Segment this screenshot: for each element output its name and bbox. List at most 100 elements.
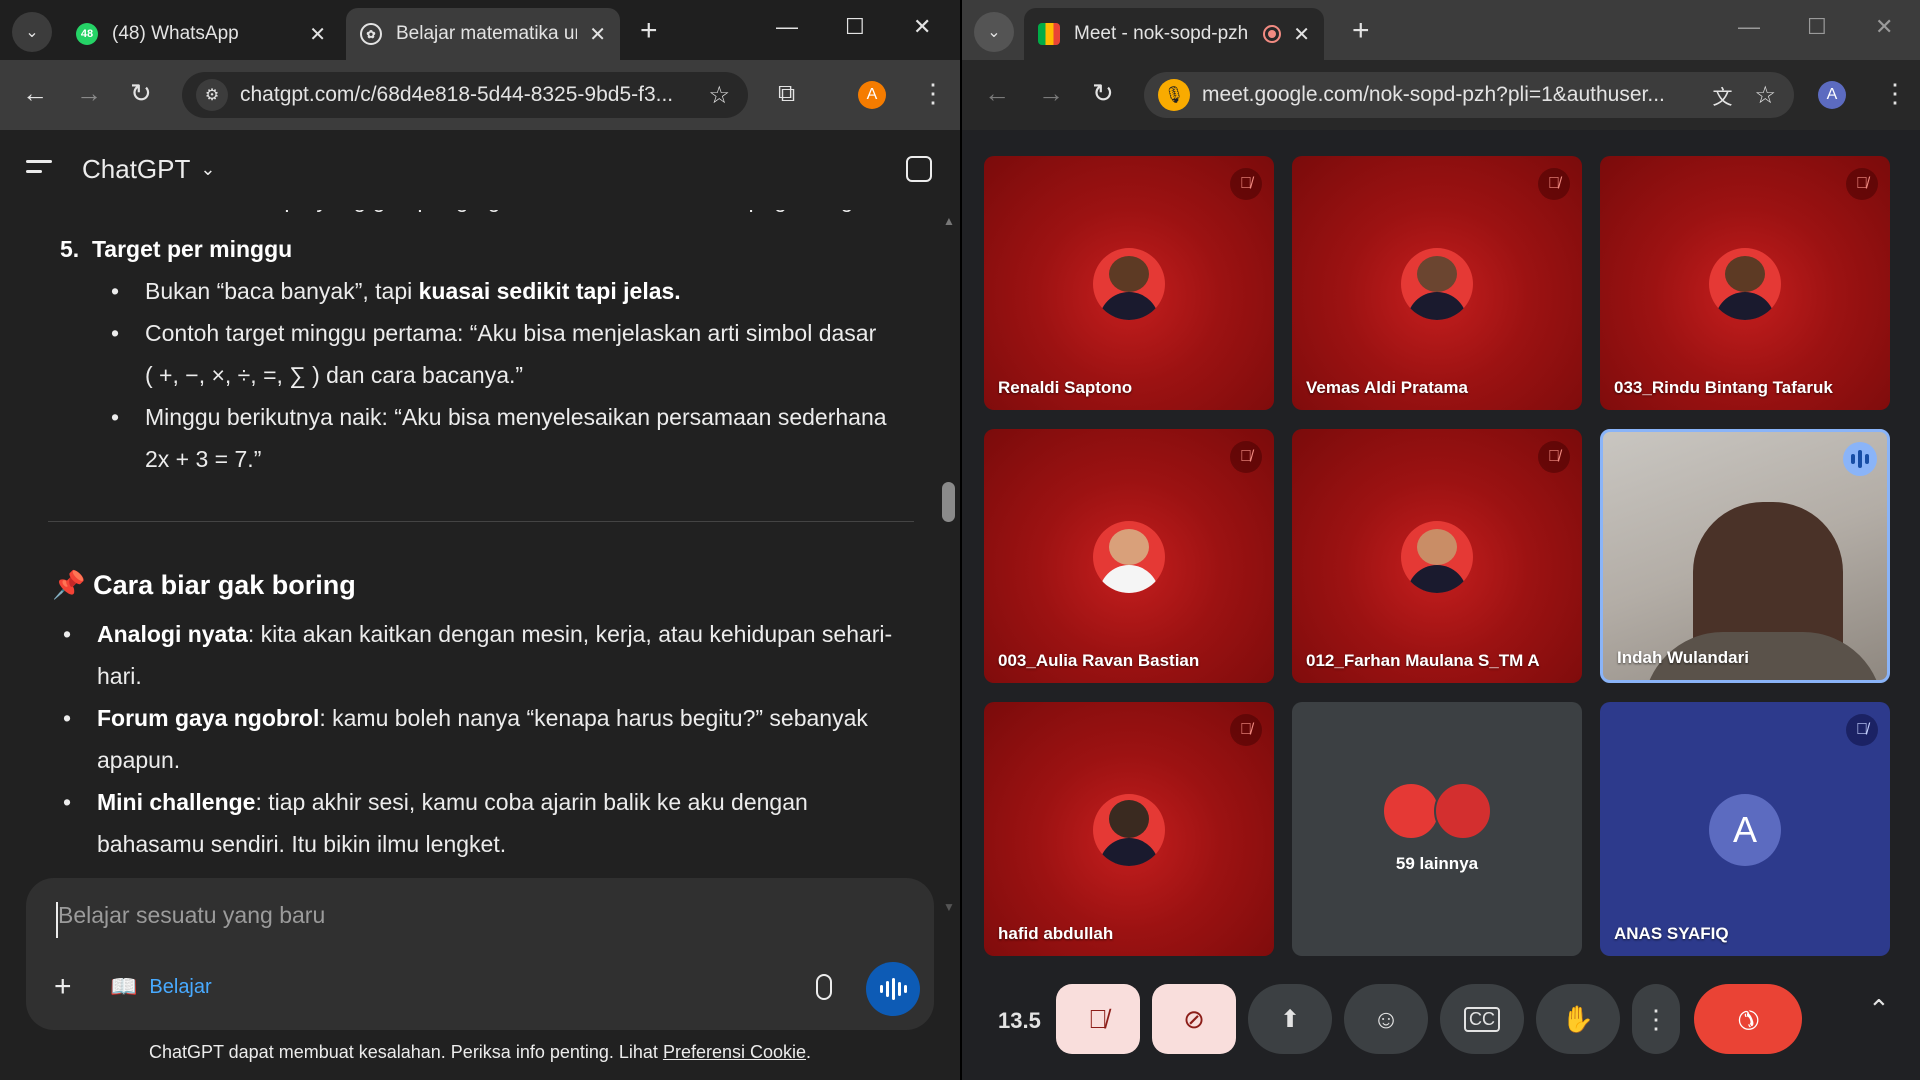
participant-name: hafid abdullah — [998, 924, 1114, 943]
bookmark-star-icon[interactable]: ☆ — [1754, 81, 1776, 110]
microphone-icon[interactable] — [816, 974, 832, 1000]
close-window-button[interactable]: ✕ — [913, 14, 931, 40]
prompt-input[interactable]: Belajar sesuatu yang baru — [56, 902, 896, 938]
tab-chatgpt[interactable]: ✿ Belajar matematika un ✕ — [346, 8, 620, 60]
tab-title: Belajar matematika un — [396, 23, 578, 44]
site-settings-icon[interactable]: ⚙ — [196, 79, 228, 111]
browser-menu-icon[interactable]: ⋮ — [920, 78, 946, 109]
participant-tile[interactable]: 🎙̸ Renaldi Saptono — [984, 156, 1274, 410]
new-tab-button[interactable]: + — [1352, 14, 1370, 48]
camera-off-icon: ⊘ — [1183, 1003, 1205, 1034]
participant-tile-speaking[interactable]: Indah Wulandari — [1600, 429, 1890, 683]
microphone-in-use-icon[interactable]: 🎙 — [1158, 79, 1190, 111]
participant-tile[interactable]: 🎙̸ 033_Rindu Bintang Tafaruk — [1600, 156, 1890, 410]
chatgpt-header: ChatGPT ⌄ — [0, 132, 960, 210]
chat-message-area: Kalau kamu tipe yang gampang ngantuk mal… — [0, 210, 940, 880]
captions-button[interactable]: CC — [1440, 984, 1524, 1054]
participant-name: Indah Wulandari — [1617, 648, 1749, 667]
bullet-item: • Contoh target minggu pertama: “Aku bis… — [111, 312, 876, 396]
minimize-button[interactable]: — — [776, 14, 798, 40]
participant-tile[interactable]: 🎙̸ Vemas Aldi Pratama — [1292, 156, 1582, 410]
disclaimer-text: ChatGPT dapat membuat kesalahan. Periksa… — [148, 1042, 663, 1062]
back-button[interactable]: ← — [984, 78, 1010, 109]
address-bar[interactable]: ⚙ chatgpt.com/c/68d4e818-5d44-8325-9bd5-… — [182, 72, 748, 118]
openai-icon: ✿ — [360, 23, 382, 45]
others-tile[interactable]: 59 lainnya — [1292, 702, 1582, 956]
reload-button[interactable]: ↻ — [130, 78, 152, 109]
participant-tile[interactable]: 🎙̸ 012_Farhan Maulana S_TM A — [1292, 429, 1582, 683]
new-tab-button[interactable]: + — [640, 14, 658, 48]
tab-strip: ⌄ Meet - nok-sopd-pzh ✕ + — ☐ ✕ — [962, 0, 1920, 60]
chevron-up-icon[interactable]: ⌃ — [1868, 994, 1890, 1025]
maximize-button[interactable]: ☐ — [845, 14, 865, 40]
mic-off-icon: 🎙̸ — [1088, 1003, 1108, 1034]
mic-toggle-button[interactable]: 🎙̸ — [1056, 984, 1140, 1054]
scroll-down-arrow[interactable]: ▼ — [943, 900, 955, 914]
close-icon[interactable]: ✕ — [589, 22, 606, 47]
avatar — [1093, 248, 1165, 320]
avatar — [1401, 248, 1473, 320]
cookie-preferences-link[interactable]: Preferensi Cookie — [663, 1042, 806, 1062]
bullet-text: bahasamu sendiri. Itu bikin ilmu lengket… — [97, 831, 507, 857]
participant-name: Vemas Aldi Pratama — [1306, 378, 1468, 397]
scrollbar[interactable]: ▲ ▼ — [940, 210, 958, 914]
participant-tile[interactable]: 🎙̸ hafid abdullah — [984, 702, 1274, 956]
back-button[interactable]: ← — [22, 78, 48, 109]
profile-avatar[interactable]: A — [858, 81, 886, 109]
sidebar-toggle-icon[interactable] — [26, 160, 54, 173]
reload-button[interactable]: ↻ — [1092, 78, 1114, 109]
forward-button[interactable]: → — [76, 78, 102, 109]
mic-off-icon: 🎙̸ — [1846, 714, 1878, 746]
scroll-up-arrow[interactable]: ▲ — [943, 214, 955, 228]
extensions-icon[interactable]: ⧉ — [778, 80, 795, 108]
mic-off-icon: 🎙̸ — [1230, 441, 1262, 473]
chevron-down-icon: ⌄ — [200, 159, 216, 179]
close-icon[interactable]: ✕ — [1293, 22, 1310, 47]
voice-mode-button[interactable] — [866, 962, 920, 1016]
add-attachment-icon[interactable]: + — [54, 970, 72, 1004]
participant-tile[interactable]: 🎙̸ A ANAS SYAFIQ — [1600, 702, 1890, 956]
bookmark-star-icon[interactable]: ☆ — [708, 81, 730, 110]
bullet-bold: Analogi nyata — [97, 621, 248, 647]
bullet-text: 2x + 3 = 7.” — [145, 446, 262, 472]
close-window-button[interactable]: ✕ — [1875, 14, 1893, 40]
avatar — [1401, 521, 1473, 593]
mic-off-icon: 🎙̸ — [1538, 168, 1570, 200]
participant-tile[interactable]: 🎙̸ 003_Aulia Ravan Bastian — [984, 429, 1274, 683]
tab-search-button[interactable]: ⌄ — [974, 12, 1014, 52]
translate-icon[interactable]: 文 — [1712, 81, 1732, 110]
camera-toggle-button[interactable]: ⊘ — [1152, 984, 1236, 1054]
avatar — [1709, 248, 1781, 320]
more-options-button[interactable]: ⋮ — [1632, 984, 1680, 1054]
whatsapp-icon: 48 — [76, 23, 98, 45]
recording-indicator-icon — [1263, 25, 1282, 43]
maximize-button[interactable]: ☐ — [1807, 14, 1827, 40]
participant-name: 033_Rindu Bintang Tafaruk — [1614, 378, 1833, 397]
minimize-button[interactable]: — — [1738, 14, 1760, 40]
bullet-item: • Minggu berikutnya naik: “Aku bisa meny… — [111, 396, 887, 480]
item-title: Target per minggu — [91, 236, 293, 262]
meet-stage: 🎙̸ Renaldi Saptono 🎙̸ Vemas Aldi Pratama… — [962, 132, 1920, 1080]
profile-avatar[interactable]: A — [1818, 81, 1846, 109]
reactions-button[interactable]: ☺ — [1344, 984, 1428, 1054]
raise-hand-button[interactable]: ✋ — [1536, 984, 1620, 1054]
voice-wave-icon — [879, 978, 907, 1000]
study-mode-pill[interactable]: 📖 Belajar — [110, 974, 212, 1000]
close-icon[interactable]: ✕ — [309, 22, 326, 47]
list-item: 5. Target per minggu — [60, 228, 292, 270]
tab-search-button[interactable]: ⌄ — [12, 12, 52, 52]
tab-meet[interactable]: Meet - nok-sopd-pzh ✕ — [1024, 8, 1324, 60]
model-selector[interactable]: ChatGPT ⌄ — [82, 154, 215, 185]
scroll-thumb[interactable] — [942, 482, 955, 522]
browser-menu-icon[interactable]: ⋮ — [1882, 78, 1908, 109]
new-chat-icon[interactable] — [906, 156, 932, 182]
emoji-icon: ☺ — [1372, 1003, 1400, 1034]
leave-call-button[interactable]: ✆ — [1694, 984, 1802, 1054]
tab-whatsapp[interactable]: 48 (48) WhatsApp ✕ — [62, 8, 340, 60]
participant-name: 003_Aulia Ravan Bastian — [998, 651, 1200, 670]
forward-button[interactable]: → — [1038, 78, 1064, 109]
bullet-text: : kita akan kaitkan dengan mesin, kerja,… — [247, 621, 893, 647]
present-screen-button[interactable]: ⬆ — [1248, 984, 1332, 1054]
address-bar[interactable]: 🎙 meet.google.com/nok-sopd-pzh?pli=1&aut… — [1144, 72, 1794, 118]
bullet-text: : kamu boleh nanya “kenapa harus begitu?… — [319, 705, 868, 731]
